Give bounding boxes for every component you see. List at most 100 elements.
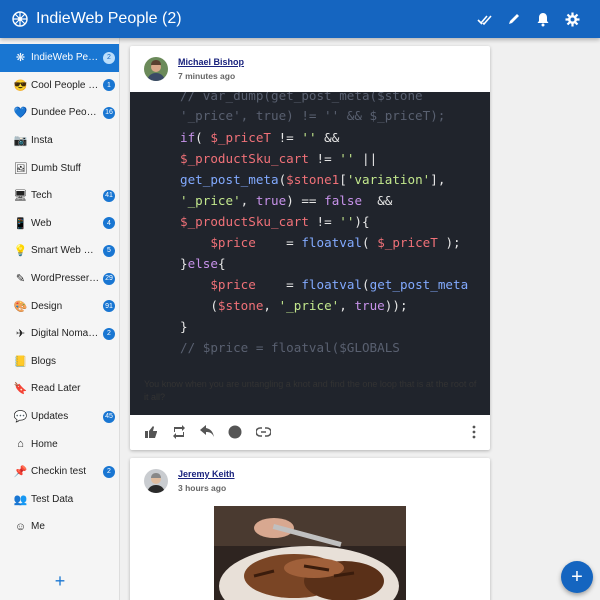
avatar[interactable] (144, 469, 168, 493)
phone-icon: 📱 (13, 217, 28, 230)
more-icon[interactable] (472, 425, 476, 439)
post-card: Michael Bishop 7 minutes ago // var_dump… (130, 46, 490, 450)
sidebar-item[interactable]: 🎨 Design 91 (0, 292, 119, 320)
code-line: ($stone, '_price', true)); (180, 298, 408, 313)
code-line: $_productSku_cart != '' || (180, 151, 378, 166)
code-line: } (180, 319, 188, 334)
sidebar-item-label: Web (31, 217, 52, 229)
blue-heart-icon: 💙 (13, 107, 28, 120)
sidebar-item[interactable]: 📌 Checkin test 2 (0, 458, 119, 486)
sidebar-item[interactable]: 📒 Blogs (0, 348, 119, 376)
post-time[interactable]: 7 minutes ago (178, 71, 244, 81)
repost-icon[interactable] (172, 425, 200, 439)
sidebar-item-label: Me (31, 521, 45, 533)
camera-icon: 📷 (13, 135, 28, 148)
sidebar-item[interactable]: ⌂ Home (0, 430, 119, 458)
sidebar: ❋ IndieWeb People 2 😎 Cool People (🐘) 1 💙 Dunde… (0, 38, 120, 600)
sidebar-item-label: Design (31, 300, 63, 312)
channel-list: ❋ IndieWeb People 2 😎 Cool People (🐘) 1 💙 Dunde… (0, 44, 119, 541)
code-line: // var_dump(get_post_meta($stone (180, 92, 423, 103)
sidebar-item[interactable]: 🖥 Tech 41 (0, 182, 119, 210)
code-line: }else{ (180, 256, 226, 271)
app-bar: IndieWeb People (2) (0, 0, 600, 38)
code-line: $_productSku_cart != ''){ (180, 214, 370, 229)
sidebar-item-label: Home (31, 438, 58, 450)
unread-count-badge: 16 (103, 106, 115, 119)
unread-count-badge: 45 (103, 410, 115, 423)
sidebar-item-label: Smart Web Peop... (31, 245, 100, 257)
reply-icon[interactable] (200, 425, 228, 439)
people-icon: 👥 (13, 493, 28, 506)
sidebar-item[interactable]: 😎 Cool People (🐘) 1 (0, 72, 119, 100)
sidebar-item[interactable]: 💙Dundee People ...16 (0, 99, 119, 127)
home-icon: ⌂ (17, 438, 24, 451)
sidebar-item[interactable]: 👥 Test Data (0, 486, 119, 514)
sidebar-item[interactable]: 📱 Web 4 (0, 210, 119, 238)
speech-bubble-icon: 💬 (13, 411, 28, 424)
appbar-actions (470, 5, 586, 33)
post-author: Michael Bishop 7 minutes ago (130, 46, 490, 92)
gear-icon[interactable] (558, 5, 586, 33)
lightbulb-icon: 💡 (13, 245, 28, 258)
avatar[interactable] (144, 57, 168, 81)
unread-count-badge: 2 (103, 327, 115, 340)
sidebar-item-label: Updates (31, 411, 69, 423)
sidebar-item[interactable]: ✈ Digital Nomads... 2 (0, 320, 119, 348)
sidebar-item-label: Read Later (31, 383, 81, 395)
sidebar-item-label: Test Data (31, 493, 74, 505)
code-line: if( $_priceT != '' && (180, 130, 340, 145)
bookmark-icon: 🔖 (13, 383, 28, 396)
code-line: $price = floatval( $_priceT ); (210, 235, 461, 250)
post-card: Jeremy Keith 3 hours ago (130, 458, 490, 600)
sidebar-item-label: Insta (31, 135, 53, 147)
sidebar-item-label: Tech (31, 190, 53, 202)
sidebar-item[interactable]: 💬 Updates 45 (0, 403, 119, 431)
sidebar-item-label: Blogs (31, 355, 57, 367)
sidebar-item[interactable]: ❋ IndieWeb People 2 (0, 44, 119, 72)
like-icon[interactable] (144, 425, 172, 439)
author-name[interactable]: Jeremy Keith (178, 469, 235, 479)
bell-icon[interactable] (529, 5, 557, 33)
unread-count-badge: 2 (103, 465, 115, 478)
sidebar-item[interactable]: ☺ Me (0, 513, 119, 541)
mark-all-read-icon[interactable] (471, 5, 499, 33)
notebook-icon: 📒 (13, 355, 28, 368)
face-icon: ☺ (14, 520, 27, 533)
code-line: // $price = floatval($GLOBALS (180, 340, 400, 355)
code-screenshot-image: // var_dump(get_post_meta($stone '_price'… (130, 92, 490, 415)
pushpin-icon: 📌 (13, 466, 28, 479)
unread-count-badge: 91 (103, 300, 115, 313)
code-line: get_post_meta($stone1['variation'], (180, 172, 446, 187)
sidebar-item[interactable]: ✎ WordPressers (...29 (0, 265, 119, 293)
unread-count-badge: 5 (103, 244, 115, 257)
read-status-icon[interactable] (228, 425, 256, 439)
page-title: IndieWeb People (2) (36, 10, 182, 27)
edit-icon[interactable] (500, 5, 528, 33)
sidebar-item[interactable]: 🖼 Dumb Stuff (0, 154, 119, 182)
code-line: $price = floatval(get_post_meta (210, 277, 469, 292)
airplane-icon: ✈ (15, 328, 26, 341)
sidebar-item-label: WordPressers (... (31, 273, 100, 285)
sidebar-item-label: IndieWeb People (31, 52, 100, 64)
unread-count-badge: 2 (103, 51, 115, 64)
picture-icon: 🖼 (13, 162, 28, 175)
unread-count-badge: 29 (103, 272, 115, 285)
sidebar-item-label: Cool People (🐘) (31, 79, 100, 91)
sidebar-item[interactable]: 📷 Insta (0, 127, 119, 155)
sidebar-item-label: Digital Nomads... (31, 328, 100, 340)
unread-count-badge: 1 (103, 79, 115, 92)
add-channel-button[interactable]: + (0, 571, 120, 592)
author-name[interactable]: Michael Bishop (178, 57, 244, 67)
sidebar-item[interactable]: 🔖 Read Later (0, 375, 119, 403)
code-line: '_price', true) == false && (180, 193, 393, 208)
sidebar-item[interactable]: 💡Smart Web Peop...5 (0, 237, 119, 265)
unread-count-badge: 41 (103, 189, 115, 202)
food-photo (214, 506, 406, 600)
sunglasses-emoji-icon: 😎 (13, 79, 28, 92)
post-author: Jeremy Keith 3 hours ago (130, 458, 490, 504)
laptop-icon: 🖥 (13, 190, 28, 203)
new-post-button[interactable]: + (561, 561, 593, 593)
link-icon[interactable] (256, 427, 284, 437)
post-time[interactable]: 3 hours ago (178, 483, 235, 493)
post-content: You know when you are untangling a knot … (144, 379, 477, 402)
